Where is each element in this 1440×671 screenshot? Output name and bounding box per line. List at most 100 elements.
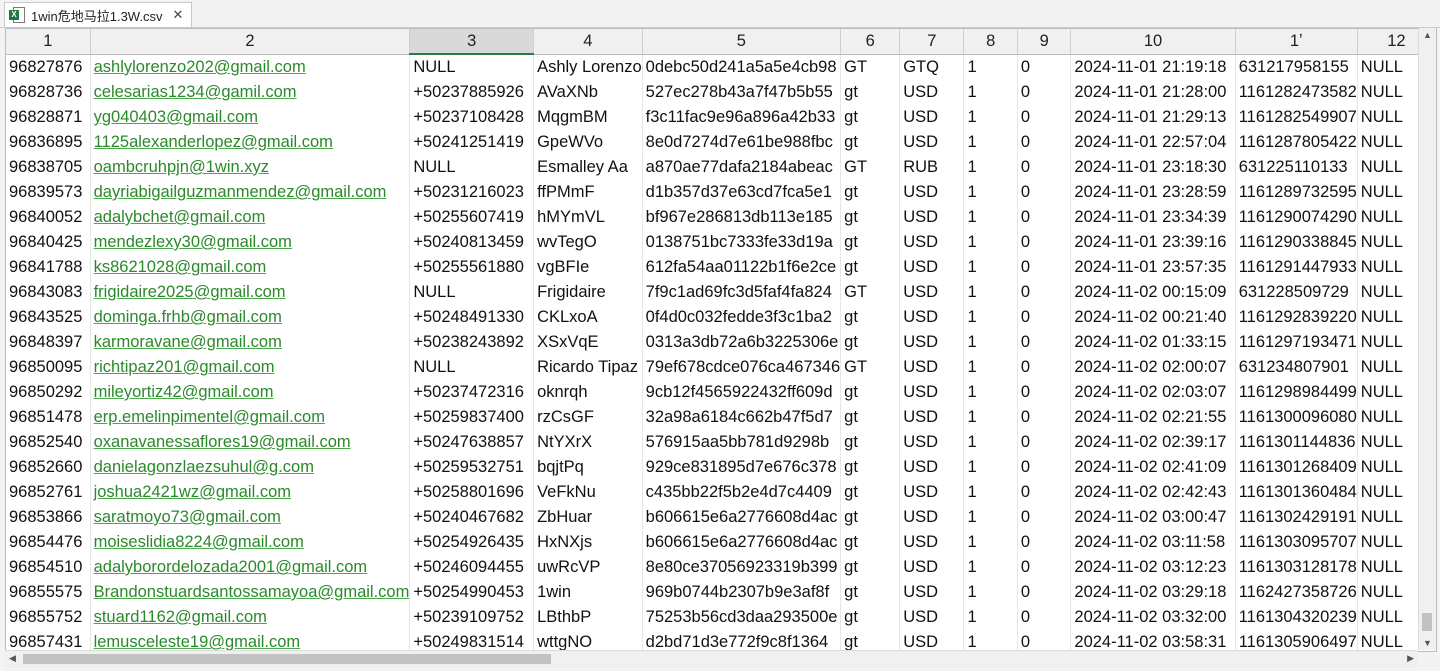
table-cell[interactable]: +50239109752 — [409, 605, 535, 630]
table-cell[interactable]: 2024-11-02 02:21:55 — [1070, 405, 1236, 430]
table-cell[interactable]: 0 — [1017, 530, 1072, 555]
table-cell[interactable]: 1 — [963, 205, 1018, 230]
table-cell[interactable]: USD — [899, 630, 965, 651]
table-cell[interactable]: 2024-11-02 01:33:15 — [1070, 330, 1236, 355]
table-cell[interactable]: HxNXjs — [533, 530, 643, 555]
table-cell[interactable]: GT — [840, 155, 901, 180]
table-cell[interactable]: +50259532751 — [409, 455, 535, 480]
table-cell[interactable]: 0 — [1017, 330, 1072, 355]
table-cell[interactable]: 1 — [963, 255, 1018, 280]
table-cell[interactable]: gt — [840, 605, 901, 630]
email-link-cell[interactable]: joshua2421wz@gmail.com — [90, 480, 411, 505]
table-cell[interactable]: 527ec278b43a7f47b5b55 — [642, 80, 842, 105]
table-cell[interactable]: +50259837400 — [409, 405, 535, 430]
table-cell[interactable]: 1161292839220 — [1235, 305, 1358, 330]
table-cell[interactable]: +50254926435 — [409, 530, 535, 555]
table-cell[interactable]: 2024-11-02 03:12:23 — [1070, 555, 1236, 580]
table-cell[interactable]: a870ae77dafa2184abeac — [642, 155, 842, 180]
table-cell[interactable]: 96854510 — [6, 555, 91, 580]
table-cell[interactable]: 0 — [1017, 405, 1072, 430]
table-cell[interactable]: USD — [899, 355, 965, 380]
table-cell[interactable]: 2024-11-01 21:19:18 — [1070, 54, 1236, 80]
table-cell[interactable]: 96848397 — [6, 330, 91, 355]
table-cell[interactable]: 0debc50d241a5a5e4cb98 — [642, 54, 842, 80]
table-cell[interactable]: rzCsGF — [533, 405, 643, 430]
table-cell[interactable]: 1161290074290 — [1235, 205, 1358, 230]
table-cell[interactable]: 9cb12f4565922432ff609d — [642, 380, 842, 405]
table-cell[interactable]: gt — [840, 505, 901, 530]
table-cell[interactable]: 1161297193471 — [1235, 330, 1358, 355]
table-cell[interactable]: gt — [840, 80, 901, 105]
table-cell[interactable]: 2024-11-02 02:00:07 — [1070, 355, 1236, 380]
table-cell[interactable]: 0 — [1017, 280, 1072, 305]
table-cell[interactable]: 96840425 — [6, 230, 91, 255]
table-cell[interactable]: 1161289732595 — [1235, 180, 1358, 205]
table-cell[interactable]: gt — [840, 205, 901, 230]
table-cell[interactable]: 0 — [1017, 505, 1072, 530]
table-cell[interactable]: 1 — [963, 480, 1018, 505]
table-cell[interactable]: 96850095 — [6, 355, 91, 380]
table-cell[interactable]: XSxVqE — [533, 330, 643, 355]
table-cell[interactable]: 96853866 — [6, 505, 91, 530]
table-cell[interactable]: 79ef678cdce076ca467346 — [642, 355, 842, 380]
table-cell[interactable]: 2024-11-02 02:42:43 — [1070, 480, 1236, 505]
table-cell[interactable]: 1 — [963, 555, 1018, 580]
table-cell[interactable]: USD — [899, 530, 965, 555]
table-cell[interactable]: 1 — [963, 230, 1018, 255]
table-cell[interactable]: 96855752 — [6, 605, 91, 630]
table-cell[interactable]: 96828736 — [6, 80, 91, 105]
email-link-cell[interactable]: karmoravane@gmail.com — [90, 330, 411, 355]
column-header-2[interactable]: 2 — [90, 29, 411, 55]
table-cell[interactable]: 0 — [1017, 130, 1072, 155]
table-cell[interactable]: USD — [899, 105, 965, 130]
table-cell[interactable]: gt — [840, 455, 901, 480]
table-cell[interactable]: 1 — [963, 180, 1018, 205]
table-cell[interactable]: vgBFIe — [533, 255, 643, 280]
table-cell[interactable]: 96852660 — [6, 455, 91, 480]
table-cell[interactable]: 2024-11-02 02:03:07 — [1070, 380, 1236, 405]
table-cell[interactable]: GT — [840, 355, 901, 380]
table-cell[interactable]: 612fa54aa01122b1f6e2ce — [642, 255, 842, 280]
table-cell[interactable]: gt — [840, 230, 901, 255]
table-cell[interactable]: 0 — [1017, 380, 1072, 405]
table-cell[interactable]: 0 — [1017, 580, 1072, 605]
table-cell[interactable]: Frigidaire — [533, 280, 643, 305]
table-cell[interactable]: 1161298984499 — [1235, 380, 1358, 405]
table-cell[interactable]: +50255607419 — [409, 205, 535, 230]
table-cell[interactable]: c435bb22f5b2e4d7c4409 — [642, 480, 842, 505]
column-header-10[interactable]: 10 — [1070, 29, 1236, 55]
table-cell[interactable]: bqjtPq — [533, 455, 643, 480]
table-cell[interactable]: gt — [840, 555, 901, 580]
email-link-cell[interactable]: dayriabigailguzmanmendez@gmail.com — [90, 180, 411, 205]
table-cell[interactable]: +50246094455 — [409, 555, 535, 580]
horizontal-scroll-thumb[interactable] — [23, 654, 551, 664]
table-cell[interactable]: 0 — [1017, 180, 1072, 205]
table-cell[interactable]: 0 — [1017, 480, 1072, 505]
table-cell[interactable]: 2024-11-01 23:57:35 — [1070, 255, 1236, 280]
table-cell[interactable]: +50258801696 — [409, 480, 535, 505]
table-cell[interactable]: 96838705 — [6, 155, 91, 180]
table-cell[interactable]: 96841788 — [6, 255, 91, 280]
table-cell[interactable]: 32a98a6184c662b47f5d7 — [642, 405, 842, 430]
table-cell[interactable]: 96827876 — [6, 54, 91, 80]
table-cell[interactable]: 1161302429191 — [1235, 505, 1358, 530]
spreadsheet-grid[interactable]: 1 2 3 4 5 6 7 8 9 10 1ʼ 12 96827876 ashlylorenzo202@… — [5, 28, 1437, 652]
email-link-cell[interactable]: oxanavanessaflores19@gmail.com — [90, 430, 411, 455]
email-link-cell[interactable]: adalyborordelozada2001@gmail.com — [90, 555, 411, 580]
table-cell[interactable]: 2024-11-02 00:15:09 — [1070, 280, 1236, 305]
column-header-5[interactable]: 5 — [642, 29, 842, 55]
email-link-cell[interactable]: adalybchet@gmail.com — [90, 205, 411, 230]
table-cell[interactable]: 2024-11-01 22:57:04 — [1070, 130, 1236, 155]
table-cell[interactable]: USD — [899, 555, 965, 580]
table-cell[interactable]: 2024-11-02 03:11:58 — [1070, 530, 1236, 555]
email-link-cell[interactable]: stuard1162@gmail.com — [90, 605, 411, 630]
table-cell[interactable]: gt — [840, 130, 901, 155]
table-cell[interactable]: GT — [840, 280, 901, 305]
email-link-cell[interactable]: saratmoyo73@gmail.com — [90, 505, 411, 530]
table-cell[interactable]: wvTegO — [533, 230, 643, 255]
table-cell[interactable]: 1 — [963, 630, 1018, 651]
table-cell[interactable]: 1161301144836 — [1235, 430, 1358, 455]
table-cell[interactable]: 96839573 — [6, 180, 91, 205]
table-cell[interactable]: NtYXrX — [533, 430, 643, 455]
table-cell[interactable]: 96843083 — [6, 280, 91, 305]
